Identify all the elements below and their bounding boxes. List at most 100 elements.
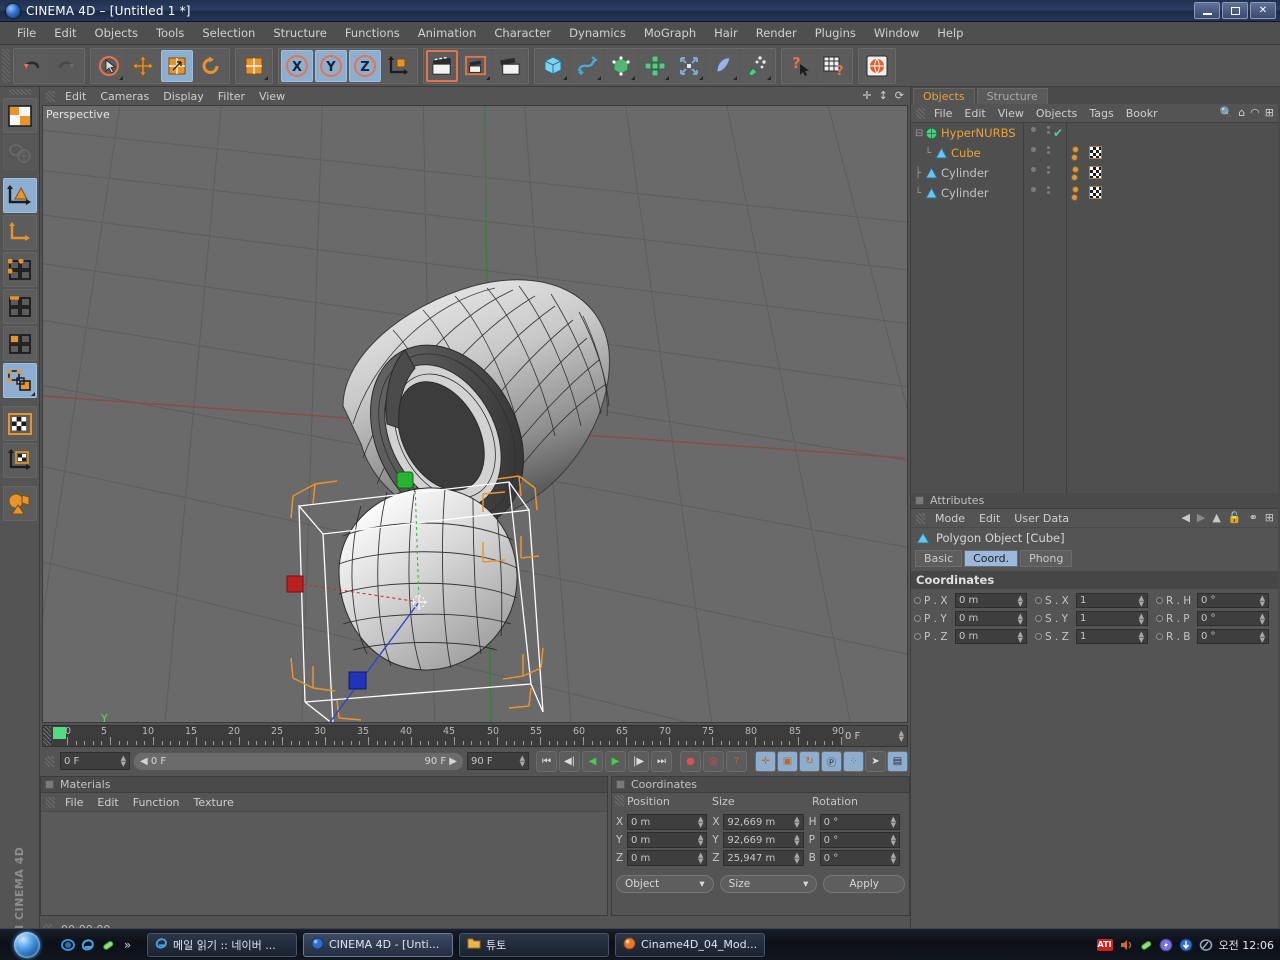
start-button[interactable] [0, 930, 54, 960]
task-folder[interactable]: 튜토 [459, 932, 609, 957]
obj-menu-edit[interactable]: Edit [958, 106, 991, 121]
spline-button[interactable] [571, 49, 603, 82]
rotation-key-button[interactable]: ↻ [799, 750, 820, 772]
coord-pos-field-z[interactable]: 0 m ▲ ▼ [627, 850, 708, 866]
spinner-icon[interactable]: ▲ ▼ [698, 816, 703, 829]
misc-icon[interactable] [1199, 938, 1213, 952]
attr-field-sz[interactable]: 1 ▲ ▼ [1076, 629, 1148, 644]
viewport-menu-display[interactable]: Display [156, 89, 211, 104]
task-cinema4d[interactable]: CINEMA 4D - [Unti... [303, 932, 453, 957]
coordinate-system-dropdown[interactable]: Object ▾ [616, 875, 714, 893]
spinner-icon[interactable]: ▲ ▼ [1260, 630, 1265, 643]
tab-structure[interactable]: Structure [976, 88, 1048, 104]
uv-mode-button[interactable] [2, 363, 37, 398]
mode-toolbar-grip[interactable] [8, 89, 31, 95]
rotate-button[interactable] [195, 49, 227, 82]
rotate-view-icon[interactable]: ⟳ [895, 89, 904, 102]
attr-menu-edit[interactable]: Edit [972, 511, 1007, 526]
scale-key-button[interactable]: ▣ [777, 750, 798, 772]
position-key-button[interactable]: ✛ [755, 750, 776, 772]
object-manager-grip[interactable] [916, 107, 925, 119]
texture-tag-icon[interactable] [1089, 186, 1102, 199]
animate-radio[interactable] [1156, 615, 1163, 622]
render-dots[interactable] [1047, 126, 1050, 134]
spinner-icon[interactable]: ▲ ▼ [1260, 612, 1265, 625]
expander-icon[interactable]: ⊟ [915, 128, 925, 139]
menu-hair[interactable]: Hair [705, 24, 747, 42]
materials-menu-file[interactable]: File [58, 795, 90, 810]
panel-menu-icon[interactable] [616, 780, 625, 789]
back-arrow-icon[interactable]: ◀ [1181, 511, 1189, 524]
coord-size-field-z[interactable]: 25,947 m ▲ ▼ [723, 850, 804, 866]
animate-radio[interactable] [1156, 633, 1163, 640]
point-mode-button[interactable] [2, 252, 37, 287]
spinner-icon[interactable]: ▲ ▼ [520, 755, 525, 768]
material-tag-icon[interactable] [1071, 146, 1079, 161]
attr-tab-basic[interactable]: Basic [915, 550, 963, 567]
attr-field-sy[interactable]: 1 ▲ ▼ [1076, 611, 1148, 626]
timeline-controls-grip[interactable] [45, 755, 54, 767]
menu-render[interactable]: Render [747, 24, 806, 42]
go-to-start-button[interactable]: ⏮ [536, 750, 557, 772]
animate-radio[interactable] [1156, 597, 1163, 604]
materials-grip[interactable] [46, 796, 55, 808]
nurbs-button[interactable] [605, 49, 637, 82]
polygon-mode-button[interactable] [2, 326, 37, 361]
web-button[interactable] [861, 49, 893, 82]
array-modeling-button[interactable] [639, 49, 671, 82]
z-axis-lock-button[interactable]: Z [349, 49, 381, 82]
spinner-icon[interactable]: ▲ ▼ [121, 755, 126, 768]
tree-row-cube[interactable]: └ Cube [911, 143, 1278, 163]
coord-pos-field-y[interactable]: 0 m ▲ ▼ [627, 832, 708, 848]
ati-icon[interactable]: ATI [1096, 938, 1113, 951]
attr-tab-phong[interactable]: Phong [1020, 550, 1073, 567]
apply-button[interactable]: Apply [823, 875, 906, 893]
world-coordinate-button[interactable] [383, 49, 415, 82]
viewport-menu-cameras[interactable]: Cameras [93, 89, 156, 104]
primitive-cube-button[interactable] [537, 49, 569, 82]
spinner-icon[interactable]: ▲ ▼ [1260, 594, 1265, 607]
menu-mograph[interactable]: MoGraph [635, 24, 705, 42]
pla-key-button[interactable]: Ⓟ [821, 750, 842, 772]
animate-radio[interactable] [1035, 615, 1042, 622]
size-mode-dropdown[interactable]: Size ▾ [719, 875, 818, 893]
render-settings-button[interactable] [494, 49, 526, 82]
attr-menu-mode[interactable]: Mode [928, 511, 972, 526]
obj-menu-objects[interactable]: Objects [1030, 106, 1084, 121]
download-icon[interactable] [1179, 938, 1193, 952]
live-selection-button[interactable] [93, 49, 125, 82]
record-keyframe-button[interactable]: ● [680, 750, 701, 772]
spinner-icon[interactable]: ▲ ▼ [794, 834, 799, 847]
render-dots[interactable] [1047, 186, 1050, 194]
coord-pos-field-x[interactable]: 0 m ▲ ▼ [627, 814, 708, 830]
step-back-button[interactable]: ◀| [559, 750, 580, 772]
forward-arrow-icon[interactable]: ▶ [1197, 511, 1205, 524]
attr-field-rh[interactable]: 0 ° ▲ ▼ [1197, 593, 1269, 608]
attr-tab-coord[interactable]: Coord. [964, 550, 1019, 567]
autokeying-button[interactable]: ▤ [887, 750, 908, 772]
scene-object-button[interactable] [707, 49, 739, 82]
scale-button[interactable] [161, 49, 193, 82]
point-level-animation-button[interactable]: ⁘ [843, 750, 864, 772]
minimize-button[interactable] [1194, 2, 1220, 19]
attr-menu-user-data[interactable]: User Data [1007, 511, 1076, 526]
panel-menu-icon[interactable] [915, 496, 924, 505]
make-editable-button[interactable] [2, 98, 37, 133]
attr-field-pz[interactable]: 0 m ▲ ▼ [955, 629, 1027, 644]
model-mode-button[interactable] [2, 178, 37, 213]
viewport-menu-edit[interactable]: Edit [58, 89, 93, 104]
ie-icon[interactable] [80, 937, 95, 952]
step-forward-button[interactable]: |▶ [628, 750, 649, 772]
help-cursor-button[interactable]: ? [784, 49, 816, 82]
play-forward-button[interactable]: ▶ [605, 750, 626, 772]
enabled-check-icon[interactable]: ✔ [1053, 126, 1063, 140]
tree-row-hypernurbs[interactable]: ⊟ HyperNURBS ✔ [911, 123, 1278, 143]
menu-selection[interactable]: Selection [193, 24, 264, 42]
materials-list[interactable] [41, 812, 607, 915]
menu-help[interactable]: Help [928, 24, 972, 42]
menu-functions[interactable]: Functions [336, 24, 409, 42]
viewport-menu-view[interactable]: View [252, 89, 292, 104]
texture-tag-icon[interactable] [1089, 166, 1102, 179]
spinner-icon[interactable]: ▲ ▼ [1018, 630, 1023, 643]
home-icon[interactable]: ⌂ [1238, 106, 1245, 119]
